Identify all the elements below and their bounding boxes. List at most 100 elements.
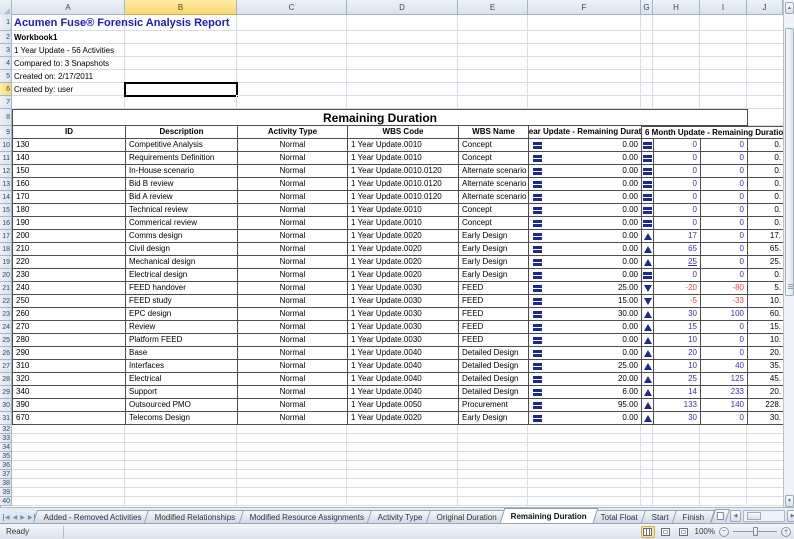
row-header-27[interactable]: 27: [0, 360, 12, 373]
cell-wbs-code[interactable]: 1 Year Update.0010: [348, 139, 459, 152]
cell-description[interactable]: Civil design: [126, 243, 238, 256]
cell-wbs-code[interactable]: 1 Year Update.0010: [348, 217, 459, 230]
row-header-29[interactable]: 29: [0, 386, 12, 399]
cell-trend[interactable]: [642, 295, 654, 308]
cell-description[interactable]: Electrical: [126, 373, 238, 386]
cell-wbs-name[interactable]: FEED: [459, 282, 529, 295]
cell-id[interactable]: 270: [13, 321, 126, 334]
cell-trend[interactable]: [642, 373, 654, 386]
cell-year-update-remaining[interactable]: 95.00: [529, 399, 642, 412]
cell-6month-delta-2[interactable]: 0: [701, 191, 748, 204]
cell-wbs-code[interactable]: 1 Year Update.0030: [348, 308, 459, 321]
cell-id[interactable]: 200: [13, 230, 126, 243]
cell-year-update-remaining[interactable]: 0.00: [529, 204, 642, 217]
cell-description[interactable]: Requirements Definition: [126, 152, 238, 165]
column-header-D[interactable]: D: [347, 0, 458, 15]
cell-id[interactable]: 150: [13, 165, 126, 178]
selected-cell-outline[interactable]: [124, 82, 238, 97]
cell-year-update-remaining[interactable]: 15.00: [529, 295, 642, 308]
cell-activity-type[interactable]: Normal: [238, 334, 348, 347]
cell-6month-delta-3[interactable]: 15.: [748, 321, 784, 334]
row-header-35[interactable]: 35: [0, 452, 12, 461]
column-header-F[interactable]: F: [528, 0, 641, 15]
cell-wbs-code[interactable]: 1 Year Update.0020: [348, 230, 459, 243]
cell-6month-delta-1[interactable]: 14: [654, 386, 701, 399]
cell-6month-delta-2[interactable]: 0: [701, 334, 748, 347]
cell-activity-type[interactable]: Normal: [238, 373, 348, 386]
cell-year-update-remaining[interactable]: 0.00: [529, 139, 642, 152]
cell-activity-type[interactable]: Normal: [238, 295, 348, 308]
row-header-3[interactable]: 3: [0, 44, 12, 57]
cell-description[interactable]: Outsourced PMO: [126, 399, 238, 412]
cell-activity-type[interactable]: Normal: [238, 386, 348, 399]
row-header-34[interactable]: 34: [0, 443, 12, 452]
cell-id[interactable]: 670: [13, 412, 126, 425]
cell-year-update-remaining[interactable]: 0.00: [529, 256, 642, 269]
cell-trend[interactable]: [642, 282, 654, 295]
cell-wbs-code[interactable]: 1 Year Update.0050: [348, 399, 459, 412]
cell-wbs-name[interactable]: Alternate scenario: [459, 191, 529, 204]
cell-6month-delta-2[interactable]: 100: [701, 308, 748, 321]
cell-wbs-name[interactable]: Detailed Design: [459, 373, 529, 386]
cell-6month-delta-1[interactable]: 0: [654, 178, 701, 191]
cell-id[interactable]: 310: [13, 360, 126, 373]
cell-trend[interactable]: [642, 152, 654, 165]
cell-id[interactable]: 210: [13, 243, 126, 256]
row-header-30[interactable]: 30: [0, 399, 12, 412]
horizontal-scrollbar[interactable]: [743, 510, 785, 522]
cell-activity-type[interactable]: Normal: [238, 412, 348, 425]
cell-year-update-remaining[interactable]: 0.00: [529, 178, 642, 191]
cell-6month-delta-1[interactable]: 133: [654, 399, 701, 412]
cell-6month-delta-1[interactable]: -5: [654, 295, 701, 308]
zoom-out-button[interactable]: −: [719, 527, 729, 537]
cell-wbs-code[interactable]: 1 Year Update.0020: [348, 412, 459, 425]
cell-wbs-code[interactable]: 1 Year Update.0010.0120: [348, 191, 459, 204]
cell-year-update-remaining[interactable]: 6.00: [529, 386, 642, 399]
cell-wbs-code[interactable]: 1 Year Update.0010: [348, 152, 459, 165]
cell-6month-delta-2[interactable]: 0: [701, 152, 748, 165]
vertical-scroll-thumb[interactable]: [785, 28, 794, 296]
row-header-26[interactable]: 26: [0, 347, 12, 360]
cell-id[interactable]: 160: [13, 178, 126, 191]
cell-year-update-remaining[interactable]: 20.00: [529, 373, 642, 386]
cell-trend[interactable]: [642, 243, 654, 256]
scroll-down-icon[interactable]: ▼: [785, 495, 794, 507]
tab-total-float[interactable]: Total Float: [590, 510, 649, 523]
cell-wbs-name[interactable]: FEED: [459, 295, 529, 308]
cell-id[interactable]: 170: [13, 191, 126, 204]
cell-wbs-name[interactable]: FEED: [459, 308, 529, 321]
cell-id[interactable]: 390: [13, 399, 126, 412]
cell-6month-delta-2[interactable]: 0: [701, 269, 748, 282]
cell-trend[interactable]: [642, 308, 654, 321]
tab-finish[interactable]: Finish: [672, 510, 716, 523]
cell-year-update-remaining[interactable]: 0.00: [529, 191, 642, 204]
cell-wbs-code[interactable]: 1 Year Update.0040: [348, 347, 459, 360]
cell-year-update-remaining[interactable]: 0.00: [529, 269, 642, 282]
row-header-37[interactable]: 37: [0, 470, 12, 479]
cell-id[interactable]: 140: [13, 152, 126, 165]
row-header-18[interactable]: 18: [0, 243, 12, 256]
cell-6month-delta-2[interactable]: 0: [701, 178, 748, 191]
cell-wbs-code[interactable]: 1 Year Update.0030: [348, 295, 459, 308]
cell-6month-delta-3[interactable]: 45.: [748, 373, 784, 386]
cell-year-update-remaining[interactable]: 0.00: [529, 243, 642, 256]
cell-6month-delta-3[interactable]: 5.: [748, 282, 784, 295]
cell-id[interactable]: 230: [13, 269, 126, 282]
cell-description[interactable]: Electrical design: [126, 269, 238, 282]
cell-6month-delta-1[interactable]: 65: [654, 243, 701, 256]
cell-id[interactable]: 220: [13, 256, 126, 269]
cell-description[interactable]: In-House scenario: [126, 165, 238, 178]
row-header-25[interactable]: 25: [0, 334, 12, 347]
cell-id[interactable]: 260: [13, 308, 126, 321]
cell-wbs-code[interactable]: 1 Year Update.0030: [348, 282, 459, 295]
row-header-14[interactable]: 14: [0, 191, 12, 204]
cell-wbs-name[interactable]: Early Design: [459, 269, 529, 282]
cell-year-update-remaining[interactable]: 0.00: [529, 334, 642, 347]
cell-6month-delta-2[interactable]: 0: [701, 165, 748, 178]
row-header-15[interactable]: 15: [0, 204, 12, 217]
row-header-28[interactable]: 28: [0, 373, 12, 386]
cell-description[interactable]: EPC design: [126, 308, 238, 321]
cell-trend[interactable]: [642, 178, 654, 191]
cell-trend[interactable]: [642, 334, 654, 347]
cell-wbs-name[interactable]: Concept: [459, 139, 529, 152]
